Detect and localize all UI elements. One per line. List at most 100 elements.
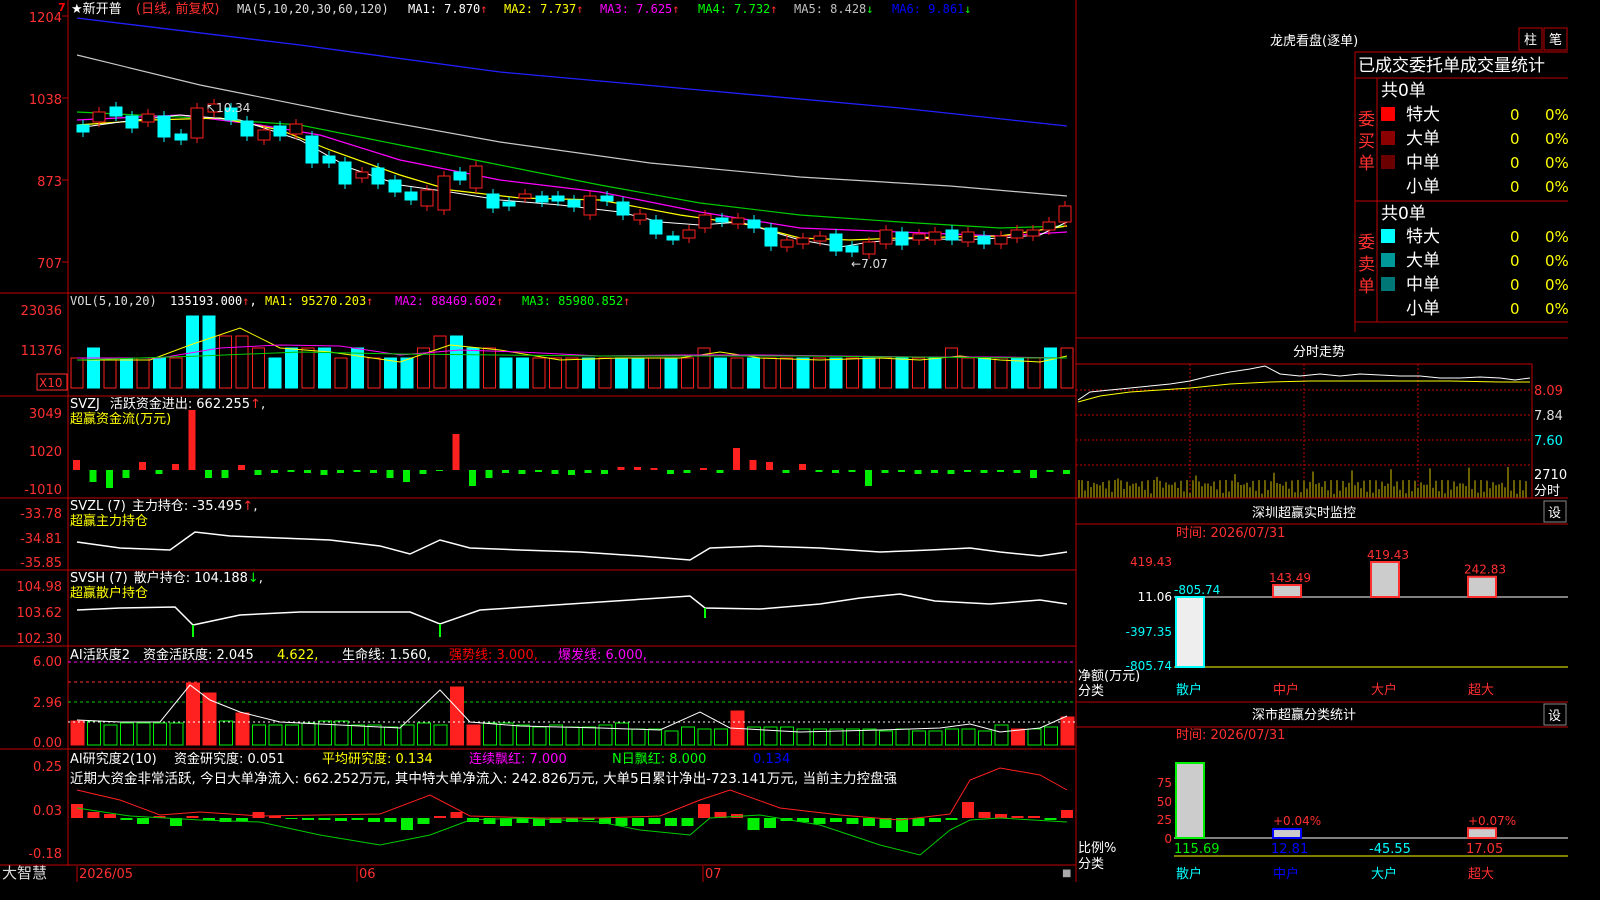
candle-body: [764, 227, 778, 247]
monitor-bar: [1272, 584, 1302, 598]
monitor-settings-label: 设: [1548, 506, 1561, 521]
ai1-bar: [697, 728, 712, 746]
lock-icon[interactable]: ■: [1062, 868, 1071, 879]
candle-body: [912, 233, 926, 241]
svg-text:委: 委: [1358, 110, 1375, 130]
svsh-tick: 102.30: [17, 632, 63, 647]
volume-bar: [763, 357, 777, 389]
volume-pane[interactable]: VOL(5,10,20) 135193.000↑, MA1: 95270.203…: [21, 294, 1074, 391]
classify-time: 时间: 2026/07/31: [1176, 728, 1285, 743]
ai1-bar: [994, 724, 1009, 746]
svzj-tick: 3049: [29, 407, 62, 422]
volume-bar: [829, 357, 843, 389]
monitor-bar-value: 143.49: [1269, 571, 1311, 585]
classify-tick: 0: [1164, 832, 1172, 846]
candle-body: [125, 115, 139, 129]
ai1-bar: [466, 724, 481, 746]
ai1-tick: 0.00: [33, 736, 62, 751]
ma-value-item: MA3: 7.625↑: [600, 2, 680, 16]
ai1-bar: [351, 724, 365, 746]
svzl-pane[interactable]: SVZL (7) 主力持仓: -35.495↑, 超赢主力持仓 -33.78 -34…: [20, 499, 1068, 571]
svzj-pane[interactable]: SVZJ 活跃资金进出: 662.255↑, 超赢资金流(万元) 3049 1020…: [24, 396, 1070, 498]
ai-activity-pane[interactable]: AI活跃度2 资金活跃度: 2.045 4.622, 生命线: 1.560, 强势线:…: [33, 647, 1076, 751]
row-label: 中单: [1406, 153, 1440, 173]
svzj-bar: [139, 462, 146, 470]
ai2-bar: [764, 818, 776, 828]
candle-body: [796, 237, 810, 245]
svzj-bar: [403, 470, 410, 482]
classify-tick: 75: [1157, 776, 1172, 790]
candle-body: [600, 195, 614, 202]
row-pct: 0%: [1545, 130, 1568, 148]
monitor-axis-label: 净额(万元): [1078, 669, 1140, 684]
monitor-time: 时间: 2026/07/31: [1176, 526, 1285, 541]
row-pct: 0%: [1545, 228, 1568, 246]
candle-body: [845, 245, 859, 253]
candle-body: [551, 195, 565, 202]
volume-bar: [219, 335, 232, 389]
row-pct: 0%: [1545, 154, 1568, 172]
ai1-bar: [400, 724, 415, 746]
volume-bars: [70, 315, 1074, 389]
candle-body: [666, 235, 680, 241]
svzj-bar: [287, 470, 295, 472]
monitor-panel[interactable]: 深圳超赢实时监控 设 时间: 2026/07/31 419.43 11.06 -…: [1076, 497, 1568, 699]
svzj-bar: [106, 470, 113, 488]
ai2-bar: [417, 818, 430, 824]
svzj-bar: [914, 470, 922, 474]
ai2-bar: [236, 818, 248, 821]
candle-body: [616, 201, 630, 216]
ai2-legend-item: 资金研究度: 0.051: [174, 751, 285, 767]
classify-bar-value: 115.69: [1174, 842, 1220, 857]
ai1-bars: [70, 682, 1075, 746]
svzj-bar: [683, 470, 691, 473]
candle-body: [535, 195, 549, 203]
monitor-category: 散户: [1176, 682, 1202, 698]
ai2-summary: 近期大资金非常活跃, 今日大单净流入: 662.252万元, 其中特大单净流入:…: [70, 770, 897, 787]
volume-bar: [136, 357, 150, 389]
row-count: 0: [1510, 228, 1520, 246]
date-label: 2026/05: [79, 867, 133, 882]
vol-value: 135193.000↑,: [170, 294, 257, 308]
volume-bar: [1060, 347, 1074, 389]
classify-axis-label: 比例%: [1078, 841, 1116, 856]
svzj-bar: [254, 470, 262, 475]
svzj-bar: [700, 468, 707, 470]
svzj-bar: [436, 470, 443, 471]
ai1-bar: [136, 722, 151, 746]
ai-research-pane[interactable]: AI研究度2(10) 资金研究度: 0.051 平均研究度: 0.134 连续飘红:…: [28, 751, 1073, 862]
volume-bar: [433, 335, 447, 389]
volume-bar: [714, 357, 727, 389]
volume-bar: [813, 357, 826, 389]
volume-bar: [895, 357, 909, 389]
classify-bar: [1272, 828, 1302, 840]
candle-body: [257, 129, 271, 141]
ai2-bar: [384, 818, 397, 822]
ma-values-legend: MA1: 7.870↑ MA2: 7.737↑ MA3: 7.625↑ MA4: 7.…: [408, 2, 972, 16]
classify-panel[interactable]: 深市超赢分类统计 设 时间: 2026/07/31 75 50 25 0 比例%…: [1076, 701, 1568, 882]
svzj-bar: [221, 470, 229, 478]
svzj-bar: [386, 470, 394, 478]
svzj-bar: [881, 470, 889, 473]
candle-body: [157, 115, 171, 138]
svzl-tick: -34.81: [20, 532, 62, 547]
lhb-panel[interactable]: 龙虎看盘(逐单) 柱 笔 已成交委托单成交量统计 委买单 委卖单 共0单 共0单…: [1076, 27, 1568, 339]
ai1-bar: [648, 728, 662, 746]
ai1-bar: [978, 730, 992, 746]
candle-body: [437, 175, 451, 211]
svzj-bar: [518, 470, 526, 474]
row-label: 小单: [1406, 299, 1440, 319]
svzj-tick: -1010: [24, 483, 62, 498]
svzj-bar: [337, 470, 344, 473]
svg-text:单: 单: [1358, 277, 1375, 297]
classify-bar-value: 17.05: [1466, 842, 1503, 857]
svsh-pane[interactable]: SVSH (7) 散户持仓: 104.188↓, 超赢散户持仓 104.98 103…: [17, 570, 1068, 647]
price-pane[interactable]: 7 1204 1038 873 707 ★新开普 (日线, 前复权) MA(5,…: [29, 1, 1072, 272]
volume-bar: [1011, 357, 1024, 389]
intraday-panel[interactable]: 分时走势 8.09 7.84 7.60 2710 分时: [1076, 344, 1567, 499]
monitor-bar: [1370, 561, 1400, 598]
vol-label: VOL(5,10,20): [70, 294, 157, 308]
svzl-header: SVZL (7) 主力持仓: -35.495↑,: [70, 499, 257, 514]
legend-swatch: [1381, 277, 1395, 291]
ai2-legend-item: N日飘红: 8.000: [612, 751, 706, 767]
